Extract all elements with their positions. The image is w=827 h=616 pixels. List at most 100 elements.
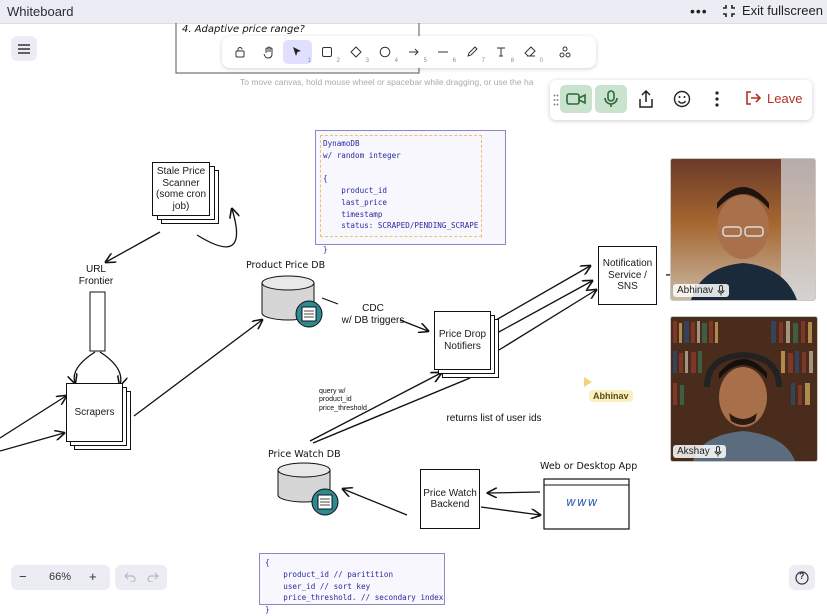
leave-icon: [746, 91, 761, 105]
db-table-icon: [295, 300, 323, 328]
arrow-app-to-backend[interactable]: [488, 492, 541, 493]
www-text: www: [566, 495, 599, 509]
help-label: ?: [799, 571, 805, 581]
hand-icon: [263, 46, 272, 59]
tool-select[interactable]: 1: [283, 40, 312, 64]
arrow-frontier-to-scrapers[interactable]: [74, 351, 96, 383]
tool-hand[interactable]: [254, 40, 283, 64]
tool-rectangle[interactable]: 2: [312, 40, 341, 64]
drag-handle-icon[interactable]: [553, 94, 559, 106]
history-controls: [115, 565, 167, 590]
price-watch-backend-box[interactable]: Price Watch Backend: [420, 469, 480, 529]
mic-icon: [714, 446, 722, 457]
mic-icon: [717, 285, 725, 296]
tool-draw[interactable]: 7: [457, 40, 486, 64]
tool-shapes[interactable]: [550, 40, 579, 64]
text-icon: [496, 47, 505, 57]
rectangle-icon: [321, 47, 332, 57]
drawing-toolbar: 1 2 3 4 5 6 7 8 0: [222, 36, 596, 68]
arrow-notifiers-to-sns-1[interactable]: [495, 266, 590, 321]
tool-eraser[interactable]: 0: [515, 40, 544, 64]
tool-diamond[interactable]: 3: [341, 40, 370, 64]
zoom-out-button[interactable]: −: [19, 569, 27, 584]
pointer-icon: [293, 47, 301, 56]
video-tile-akshay[interactable]: Akshay: [670, 316, 818, 462]
arrow-scanner-to-frontier[interactable]: [106, 231, 161, 262]
arrow-backend-to-app[interactable]: [480, 506, 540, 515]
toolbar-hint: To move canvas, hold mouse wheel or spac…: [240, 77, 534, 87]
vertical-dots-icon: [715, 91, 719, 107]
help-button[interactable]: ?: [789, 565, 815, 590]
lock-icon: [235, 47, 244, 58]
price-drop-notifiers-box[interactable]: Price Drop Notifiers: [434, 311, 491, 370]
camera-button[interactable]: [560, 85, 592, 113]
scrapers-box[interactable]: Scrapers: [66, 383, 123, 442]
cdc-label[interactable]: CDC w/ DB triggers: [340, 303, 406, 327]
arrow-backend-to-watchdb[interactable]: [343, 489, 408, 516]
main-menu-button[interactable]: [11, 36, 37, 61]
smiley-icon: [673, 90, 691, 108]
url-frontier-queue[interactable]: [89, 291, 106, 352]
leave-button[interactable]: Leave: [745, 90, 802, 106]
arrow-scrapers-to-db[interactable]: [133, 320, 262, 417]
tool-ellipse[interactable]: 4: [370, 40, 399, 64]
tool-line[interactable]: 6: [428, 40, 457, 64]
participant-video-2: [671, 317, 817, 461]
exit-fullscreen-label: Exit fullscreen: [742, 3, 823, 18]
remote-cursor-label: Abhinav: [589, 390, 633, 402]
reactions-button[interactable]: [666, 85, 698, 113]
url-frontier-label[interactable]: URL Frontier: [74, 264, 118, 288]
exit-fullscreen-button[interactable]: Exit fullscreen: [722, 3, 823, 18]
exit-fullscreen-icon: [723, 4, 735, 17]
zoom-level[interactable]: 66%: [49, 571, 71, 583]
arrow-notifiers-to-sns-3[interactable]: [498, 290, 596, 351]
tool-text[interactable]: 8: [486, 40, 515, 64]
product-price-db-label[interactable]: Product Price DB: [246, 260, 325, 271]
share-icon: [639, 90, 653, 108]
call-more-button[interactable]: [701, 85, 733, 113]
notification-service-box[interactable]: Notification Service / SNS: [598, 246, 657, 305]
call-controls: Leave: [550, 80, 812, 120]
tool-arrow[interactable]: 5: [399, 40, 428, 64]
video-tile-abhinav[interactable]: Abhinav: [670, 158, 816, 301]
pencil-icon: [466, 46, 478, 57]
redo-icon[interactable]: [147, 572, 159, 582]
watch-code-text[interactable]: { product_id // paritition user_id // so…: [265, 557, 443, 616]
price-watch-db-label[interactable]: Price Watch DB: [268, 449, 341, 460]
participant-badge-2: Akshay: [673, 445, 726, 458]
arrow-icon: [408, 48, 419, 56]
participant-name-2: Akshay: [677, 446, 710, 457]
arrow-frontier-to-scrapers-2[interactable]: [99, 351, 121, 385]
ellipse-icon: [379, 46, 390, 58]
shapes-icon: [559, 46, 570, 58]
line-icon: [437, 51, 448, 53]
arrow-into-scrapers-1[interactable]: [0, 396, 66, 439]
undo-icon[interactable]: [124, 572, 136, 582]
more-options-button[interactable]: •••: [690, 3, 708, 19]
diamond-icon: [349, 46, 362, 58]
top-note[interactable]: 4. Adaptive price range?: [182, 24, 305, 35]
share-button[interactable]: [630, 85, 662, 113]
top-bar: Whiteboard ••• Exit fullscreen: [0, 0, 827, 24]
query-note[interactable]: query w/ product_id price_threshold: [319, 388, 379, 413]
microphone-icon: [604, 90, 618, 107]
participant-badge: Abhinav: [673, 284, 730, 297]
stale-scanner-box[interactable]: Stale Price Scanner (some cron job): [152, 162, 210, 216]
dynamo-code-text[interactable]: DynamoDB w/ random integer { product_id …: [323, 138, 478, 256]
db-link-line[interactable]: [321, 297, 339, 305]
arrow-into-scrapers-2[interactable]: [0, 433, 64, 452]
returns-note[interactable]: returns list of user ids: [439, 413, 549, 425]
participant-video: [691, 159, 815, 300]
db-table-icon-2: [311, 488, 339, 516]
hamburger-icon: [18, 43, 30, 54]
participant-name: Abhinav: [677, 285, 714, 296]
zoom-in-button[interactable]: +: [89, 569, 97, 584]
tool-lock[interactable]: [225, 40, 254, 64]
web-app-label[interactable]: Web or Desktop App: [540, 461, 637, 472]
remote-cursor-icon: [584, 377, 592, 387]
video-camera-icon: [566, 93, 586, 105]
app-title: Whiteboard: [7, 4, 74, 19]
microphone-button[interactable]: [595, 85, 627, 113]
arrow-notifiers-to-sns-2[interactable]: [496, 281, 592, 334]
eraser-icon: [523, 46, 536, 57]
